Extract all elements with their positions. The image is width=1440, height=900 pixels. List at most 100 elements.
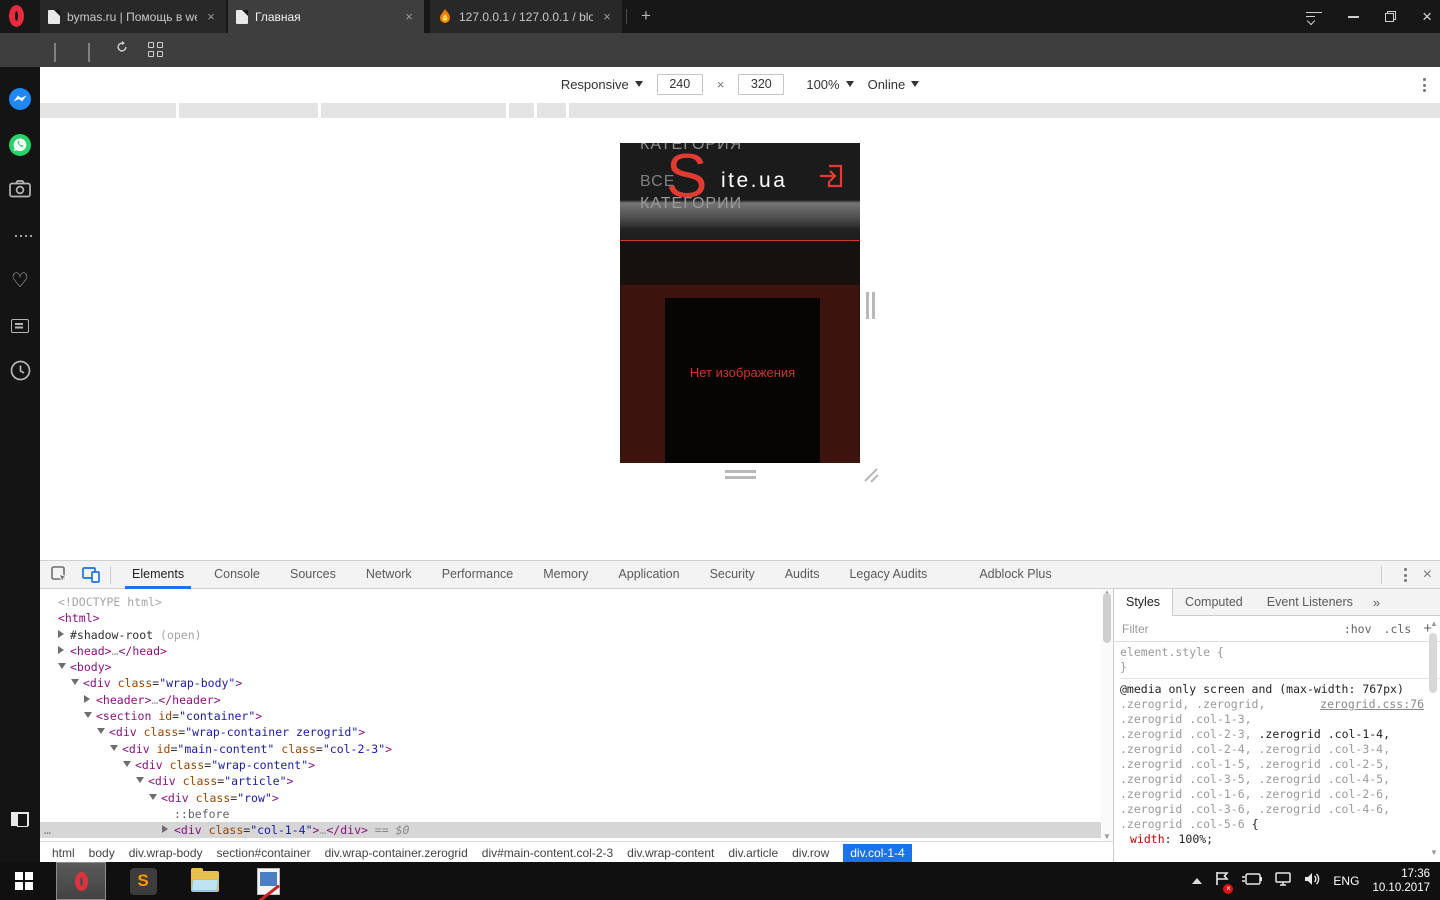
breadcrumb-item[interactable]: div.wrap-body: [129, 846, 203, 860]
site-logo[interactable]: S: [666, 143, 707, 212]
taskbar-paint-button[interactable]: [242, 862, 294, 900]
dom-tree-row[interactable]: <head>…</head>: [40, 643, 1113, 659]
collapse-arrow-icon[interactable]: [58, 659, 70, 675]
devtools-close-icon[interactable]: [1423, 566, 1432, 584]
collapse-arrow-icon[interactable]: [110, 741, 122, 757]
collapse-arrow-icon[interactable]: [97, 724, 109, 740]
back-icon[interactable]: [54, 43, 56, 62]
inspect-element-icon[interactable]: [46, 562, 72, 588]
action-center-flag-icon[interactable]: [1215, 871, 1229, 891]
media-query-segment[interactable]: [40, 103, 176, 118]
taskbar-explorer-button[interactable]: [180, 862, 230, 900]
dom-tree-row[interactable]: <div class="wrap-container zerogrid">: [40, 724, 1113, 740]
device-toolbar-options-icon[interactable]: [1423, 78, 1426, 92]
sidebar-setup-icon[interactable]: [8, 807, 32, 831]
devtools-tab-legacy-audits[interactable]: Legacy Audits: [834, 561, 942, 589]
filter-input[interactable]: Filter: [1122, 622, 1332, 636]
battery-icon[interactable]: [1242, 872, 1262, 890]
css-rule-line[interactable]: .zerogrid .col-2-4, .zerogrid .col-3-4,: [1120, 742, 1440, 757]
media-query-segment[interactable]: [509, 103, 534, 118]
devtools-tab-audits[interactable]: Audits: [770, 561, 835, 589]
media-query-segment[interactable]: [537, 103, 566, 118]
browser-tab-3[interactable]: 127.0.0.1 / 127.0.0.1 / blog: [430, 0, 622, 33]
devtools-tab-adblock-plus[interactable]: Adblock Plus: [964, 561, 1066, 589]
close-icon[interactable]: [600, 10, 614, 24]
start-button[interactable]: [0, 862, 48, 900]
devtools-tab-sources[interactable]: Sources: [275, 561, 351, 589]
close-icon[interactable]: [402, 10, 416, 24]
collapse-arrow-icon[interactable]: [123, 757, 135, 773]
login-exit-icon[interactable]: [817, 162, 847, 190]
breadcrumb-item[interactable]: div#main-content.col-2-3: [482, 846, 613, 860]
elements-scrollbar[interactable]: ▲ ▼: [1101, 589, 1113, 841]
taskbar-opera-button[interactable]: [56, 862, 106, 900]
css-rule-line[interactable]: width: 100%;: [1120, 832, 1440, 847]
devtools-tab-application[interactable]: Application: [603, 561, 694, 589]
viewport-height-input[interactable]: 320: [738, 74, 784, 95]
personal-news-icon[interactable]: [8, 314, 32, 338]
speed-dial-icon[interactable]: [148, 42, 164, 58]
breadcrumb-item[interactable]: div.article: [728, 846, 778, 860]
minimize-button[interactable]: [1348, 16, 1359, 18]
tray-expand-icon[interactable]: [1192, 878, 1202, 884]
device-toolbar-toggle-icon[interactable]: [78, 562, 104, 588]
breadcrumb-item[interactable]: section#container: [217, 846, 311, 860]
site-logo-text[interactable]: ite.ua: [721, 169, 787, 193]
history-clock-icon[interactable]: [8, 358, 32, 382]
styles-tab-event-listeners[interactable]: Event Listeners: [1255, 589, 1365, 616]
dom-tree-row[interactable]: #shadow-root (open): [40, 627, 1113, 643]
expand-arrow-icon[interactable]: [162, 822, 174, 838]
styles-tab-styles[interactable]: Styles: [1114, 589, 1173, 616]
hov-toggle[interactable]: :hov: [1344, 622, 1372, 636]
taskbar-sublime-button[interactable]: S: [118, 862, 168, 900]
expand-arrow-icon[interactable]: [58, 627, 70, 643]
devtools-tab-elements[interactable]: Elements: [117, 561, 199, 589]
breadcrumb-item[interactable]: div.wrap-content: [627, 846, 714, 860]
devtools-tab-performance[interactable]: Performance: [427, 561, 529, 589]
css-rule-line[interactable]: zerogrid.css:76.zerogrid, .zerogrid,: [1120, 697, 1440, 712]
collapse-arrow-icon[interactable]: [149, 790, 161, 806]
restore-button[interactable]: [1385, 11, 1396, 22]
dom-tree-row[interactable]: <div class="wrap-body">: [40, 675, 1113, 691]
bookmarks-heart-icon[interactable]: [8, 268, 32, 292]
clock[interactable]: 17:36 10.10.2017: [1372, 867, 1430, 895]
viewport-width-input[interactable]: 240: [657, 74, 703, 95]
dom-tree-row[interactable]: <div class="row">: [40, 790, 1113, 806]
device-type-select[interactable]: Responsive: [561, 77, 643, 92]
collapse-arrow-icon[interactable]: [71, 675, 83, 691]
speed-dial-icon[interactable]: [11, 224, 35, 248]
dom-tree-row[interactable]: <div class="col-1-4">…</div> == $0: [40, 822, 1113, 838]
dom-tree-row[interactable]: <div class="article">: [40, 773, 1113, 789]
dom-tree-row[interactable]: <div id="main-content" class="col-2-3">: [40, 741, 1113, 757]
dom-tree-row[interactable]: <div class="wrap-content">: [40, 757, 1113, 773]
page-viewport[interactable]: КАТЕГОРИЯ ВСЕ КАТЕГОРИИ S ite.ua Нет изо…: [620, 143, 860, 463]
dom-tree-row[interactable]: <!DOCTYPE html>: [40, 594, 1113, 610]
browser-tab-1[interactable]: bymas.ru | Помощь в web: [40, 0, 226, 33]
css-rule-line[interactable]: .zerogrid .col-5-6 {: [1120, 817, 1440, 832]
media-query-segment[interactable]: [569, 103, 1440, 118]
viewport-resize-handle-right[interactable]: [866, 292, 876, 319]
new-tab-button[interactable]: [638, 8, 654, 24]
breadcrumb-item[interactable]: div.col-1-4: [843, 844, 911, 862]
media-query-segment[interactable]: [179, 103, 318, 118]
overflow-tabs-icon[interactable]: »: [1373, 595, 1380, 610]
devtools-tab-network[interactable]: Network: [351, 561, 427, 589]
devtools-tab-security[interactable]: Security: [695, 561, 770, 589]
dom-tree-row[interactable]: ::before: [40, 806, 1113, 822]
volume-icon[interactable]: [1304, 872, 1320, 891]
snapshot-camera-icon[interactable]: [8, 177, 32, 201]
expand-arrow-icon[interactable]: [58, 643, 70, 659]
browser-tab-2[interactable]: Главная: [228, 0, 424, 33]
reload-icon[interactable]: [116, 41, 128, 53]
css-rule-line[interactable]: .zerogrid .col-1-3,: [1120, 712, 1440, 727]
cls-toggle[interactable]: .cls: [1384, 622, 1412, 636]
messenger-icon[interactable]: [8, 87, 32, 111]
collapse-arrow-icon[interactable]: [84, 708, 96, 724]
dom-tree-row[interactable]: <section id="container">: [40, 708, 1113, 724]
css-rule-line[interactable]: .zerogrid .col-3-5, .zerogrid .col-4-5,: [1120, 772, 1440, 787]
styles-tab-computed[interactable]: Computed: [1173, 589, 1255, 616]
css-rule-line[interactable]: .zerogrid .col-3-6, .zerogrid .col-4-6,: [1120, 802, 1440, 817]
expand-arrow-icon[interactable]: [84, 692, 96, 708]
breadcrumb-item[interactable]: html: [52, 846, 75, 860]
zoom-select[interactable]: 100%: [806, 77, 853, 92]
